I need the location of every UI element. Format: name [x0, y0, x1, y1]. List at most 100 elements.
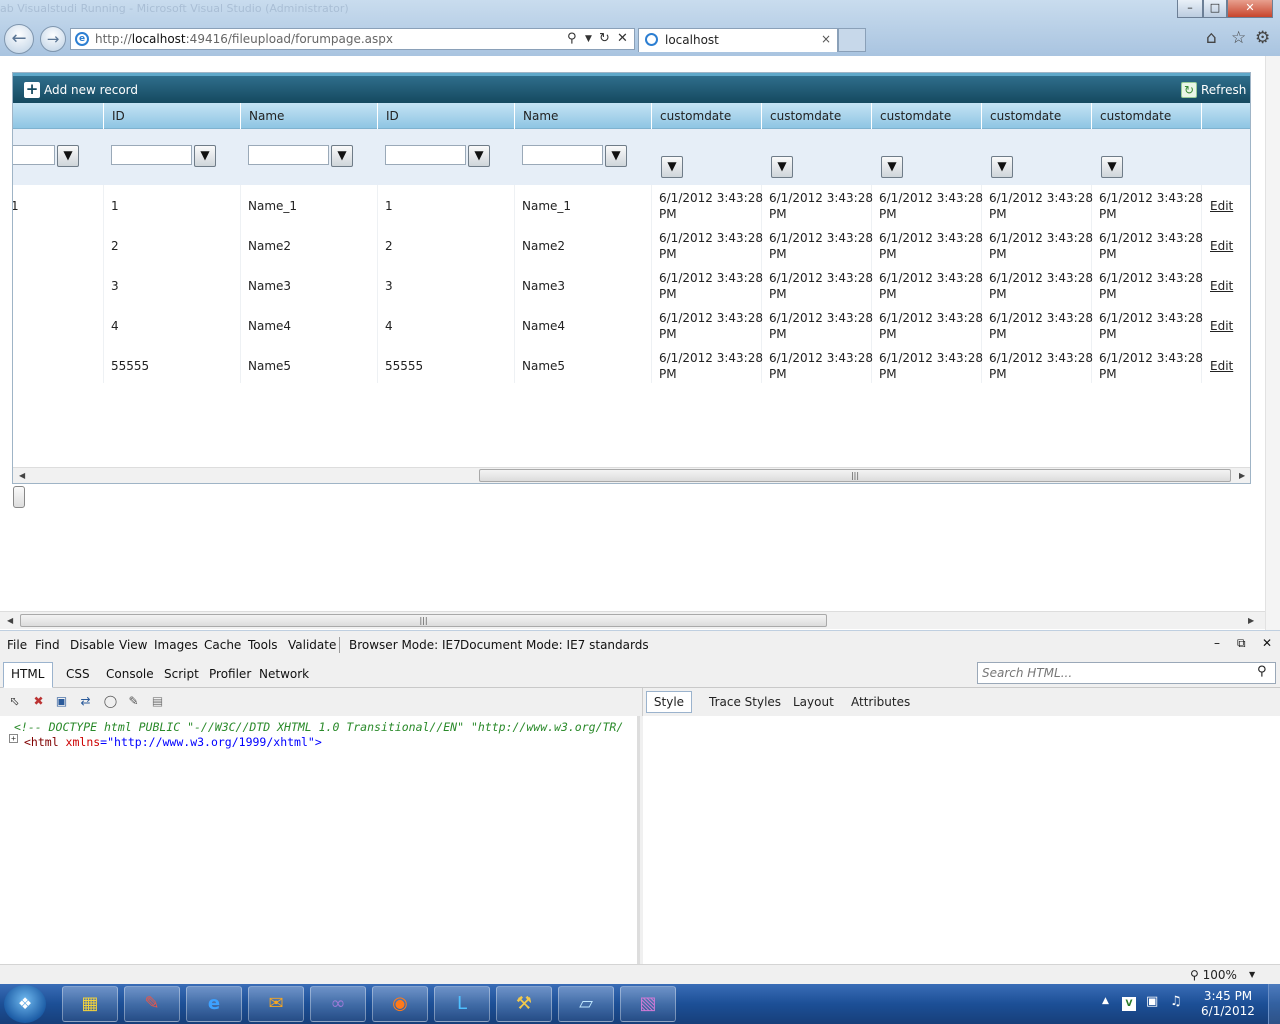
save-icon[interactable]: ▣ [53, 693, 70, 710]
start-button[interactable]: ❖ [4, 985, 46, 1023]
tools-gear-icon[interactable]: ⚙ [1255, 28, 1270, 48]
filter-funnel-icon[interactable]: ▼ [991, 156, 1013, 178]
header-customdate-4[interactable]: customdate [981, 103, 1091, 129]
taskbar-lync-icon[interactable]: L [434, 986, 490, 1022]
edit-link[interactable]: Edit [1210, 318, 1233, 334]
filter-funnel-icon[interactable]: ▼ [1101, 156, 1123, 178]
show-desktop-button[interactable] [1268, 984, 1280, 1024]
add-record-icon[interactable]: + [24, 82, 40, 98]
network-icon[interactable]: ▣ [1146, 994, 1158, 1009]
zoom-level[interactable]: ⚲ 100% [1190, 968, 1237, 982]
close-window-button[interactable]: ✕ [1227, 0, 1273, 18]
page-horizontal-scrollbar[interactable]: ◀ ||| ▶ [0, 611, 1265, 629]
filter-input-name[interactable] [248, 145, 329, 165]
header-customdate-3[interactable]: customdate [871, 103, 981, 129]
edit-link[interactable]: Edit [1210, 238, 1233, 254]
document-mode-menu[interactable]: Document Mode: IE7 standards [460, 638, 649, 652]
scroll-right-arrow-icon[interactable]: ▶ [1239, 471, 1245, 480]
dom-icon[interactable]: ◯ [102, 693, 119, 710]
menu-images[interactable]: Images [154, 638, 198, 652]
grid-scroll-thumb[interactable]: ||| [479, 469, 1231, 482]
filter-funnel-icon[interactable]: ▼ [771, 156, 793, 178]
add-new-record-button[interactable]: Add new record [44, 83, 138, 97]
maximize-button[interactable]: □ [1203, 0, 1227, 18]
devtools-minimize-icon[interactable]: – [1214, 636, 1220, 650]
expand-node-icon[interactable]: + [9, 734, 18, 743]
menu-view[interactable]: View [119, 638, 147, 652]
taskbar-paint-icon[interactable]: ✎ [124, 986, 180, 1022]
select-element-cursor-icon[interactable]: ⬁ [6, 693, 23, 710]
forward-button[interactable]: → [40, 26, 66, 52]
minimize-button[interactable]: – [1177, 0, 1203, 18]
edit-link[interactable]: Edit [1210, 278, 1233, 294]
tab-html[interactable]: HTML [11, 667, 44, 681]
tab-attributes[interactable]: Attributes [851, 695, 910, 709]
back-button[interactable]: ← [4, 24, 34, 54]
refresh-button[interactable]: Refresh [1201, 83, 1246, 97]
resize-handle[interactable] [13, 486, 25, 508]
header-name[interactable]: Name [240, 103, 377, 129]
page-scroll-thumb[interactable]: ||| [20, 614, 827, 627]
new-tab-button[interactable] [838, 28, 866, 52]
address-bar[interactable]: e http://localhost:49416/fileupload/foru… [70, 28, 635, 50]
filter-input-name-2[interactable] [522, 145, 603, 165]
clear-outline-icon[interactable]: ✖ [30, 693, 47, 710]
tab-css[interactable]: CSS [66, 667, 90, 681]
header-name-2[interactable]: Name [514, 103, 651, 129]
search-icon[interactable]: ⚲ [1257, 664, 1267, 679]
menu-file[interactable]: File [7, 638, 27, 652]
filter-funnel-icon[interactable]: ▼ [194, 145, 216, 167]
menu-disable[interactable]: Disable [70, 638, 115, 652]
filter-funnel-icon[interactable]: ▼ [468, 145, 490, 167]
tray-v-icon[interactable]: V [1122, 997, 1136, 1011]
taskbar-network-app-icon[interactable]: ▧ [620, 986, 676, 1022]
header-id-2[interactable]: ID [377, 103, 514, 129]
search-html-input[interactable]: Search HTML... [977, 662, 1276, 684]
refresh-grid-icon[interactable]: ↻ [1181, 82, 1197, 98]
scroll-right-arrow-icon[interactable]: ▶ [1248, 616, 1254, 625]
tab-style[interactable]: Style [646, 691, 692, 713]
grid-horizontal-scrollbar[interactable]: ◀ ||| ▶ [13, 467, 1250, 483]
html-node[interactable]: <html xmlns="http://www.w3.org/1999/xhtm… [24, 735, 322, 749]
filter-funnel-icon[interactable]: ▼ [57, 145, 79, 167]
doctype-node[interactable]: <!-- DOCTYPE html PUBLIC "-//W3C//DTD XH… [14, 720, 623, 734]
refresh-icon[interactable]: ↻ [599, 31, 610, 46]
taskbar-visual-studio-icon[interactable]: ∞ [310, 986, 366, 1022]
scroll-left-arrow-icon[interactable]: ◀ [7, 616, 13, 625]
filter-funnel-icon[interactable]: ▼ [331, 145, 353, 167]
search-icon[interactable]: ⚲ [567, 31, 577, 46]
filter-funnel-icon[interactable]: ▼ [661, 156, 683, 178]
edit-link[interactable]: Edit [1210, 198, 1233, 214]
filter-funnel-icon[interactable]: ▼ [881, 156, 903, 178]
dropdown-chevron-icon[interactable]: ▼ [585, 34, 592, 44]
devtools-close-icon[interactable]: ✕ [1262, 636, 1272, 650]
filter-input-id-2[interactable] [385, 145, 466, 165]
show-hidden-icons-chevron[interactable]: ▲ [1102, 996, 1109, 1006]
devtools-unpin-icon[interactable]: ⧉ [1237, 636, 1246, 651]
taskbar-tools-icon[interactable]: ⚒ [496, 986, 552, 1022]
menu-cache[interactable]: Cache [204, 638, 241, 652]
tab-script[interactable]: Script [164, 667, 199, 681]
url-text[interactable]: http://localhost:49416/fileupload/forump… [95, 32, 393, 46]
tab-trace-styles[interactable]: Trace Styles [709, 695, 781, 709]
menu-find[interactable]: Find [35, 638, 60, 652]
tab-console[interactable]: Console [106, 667, 154, 681]
browser-mode-menu[interactable]: Browser Mode: IE7 [349, 638, 461, 652]
edit-icon[interactable]: ✎ [125, 693, 142, 710]
table-row[interactable]: 2 Name2 2 Name2 6/1/2012 3:43:28 PM 6/1/2012 3… [13, 225, 1250, 265]
tab-network[interactable]: Network [259, 667, 309, 681]
home-icon[interactable]: ⌂ [1206, 28, 1217, 48]
menu-validate[interactable]: Validate [288, 638, 336, 652]
header-id[interactable]: ID [103, 103, 240, 129]
tab-close-icon[interactable]: × [821, 32, 831, 46]
table-row[interactable]: 1 1 Name_1 1 Name_1 6/1/2012 3:43:28 PM 6/1/201… [13, 185, 1250, 225]
taskbar-outlook-icon[interactable]: ✉ [248, 986, 304, 1022]
table-row[interactable]: 4 Name4 4 Name4 6/1/2012 3:43:28 PM 6/1/2012 3… [13, 305, 1250, 345]
header-customdate-1[interactable]: customdate [651, 103, 761, 129]
taskbar-firefox-icon[interactable]: ◉ [372, 986, 428, 1022]
word-wrap-icon[interactable]: ▤ [149, 693, 166, 710]
tab-layout[interactable]: Layout [793, 695, 834, 709]
edit-link[interactable]: Edit [1210, 358, 1233, 374]
filter-input-col0[interactable] [13, 145, 55, 165]
scroll-left-arrow-icon[interactable]: ◀ [19, 471, 25, 480]
